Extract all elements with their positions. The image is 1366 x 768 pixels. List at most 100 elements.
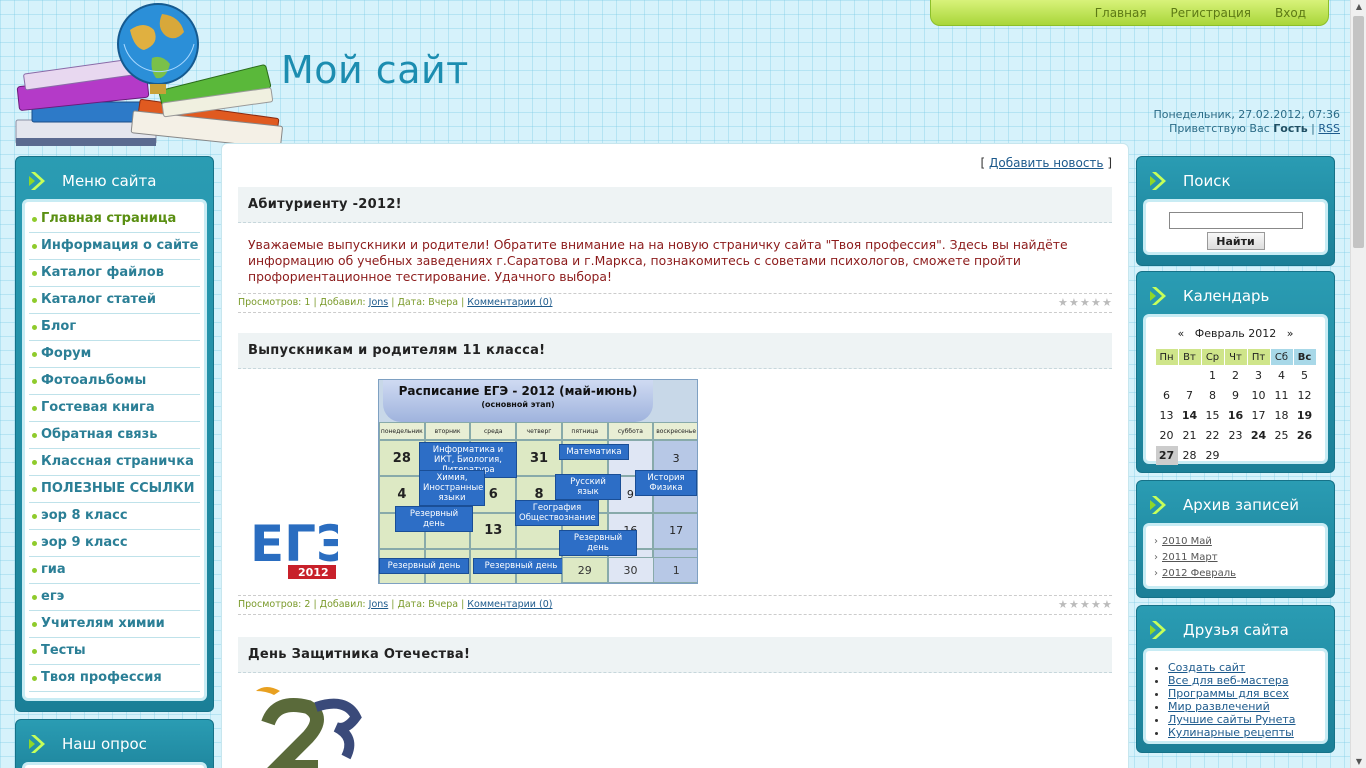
calendar-day[interactable]: 10	[1248, 386, 1270, 405]
friend-link[interactable]: Создать сайт	[1168, 661, 1245, 674]
nav-register-link[interactable]: Регистрация	[1171, 6, 1251, 20]
calendar-day[interactable]: 27	[1155, 446, 1178, 465]
author-link[interactable]: Jons	[369, 297, 389, 308]
friend-link[interactable]: Все для веб-мастера	[1168, 674, 1289, 687]
archive-link[interactable]: 2010 Май	[1162, 536, 1212, 547]
menu-item[interactable]: егэ	[29, 584, 200, 611]
calendar-day[interactable]: 2	[1225, 366, 1247, 385]
calendar-day[interactable]: 6	[1156, 386, 1178, 405]
green-arrow-icon	[29, 735, 45, 753]
menu-item[interactable]: эор 8 класс	[29, 503, 200, 530]
menu-item[interactable]: ПОЛЕЗНЫЕ ССЫЛКИ	[29, 476, 200, 503]
rating-stars[interactable]: ★ ★ ★ ★ ★	[1058, 599, 1112, 610]
menu-item[interactable]: Форум	[29, 341, 200, 368]
calendar-day[interactable]: 1	[1202, 366, 1224, 385]
calendar-weekday: Вс	[1293, 349, 1316, 365]
calendar-day	[1156, 366, 1178, 385]
calendar-day[interactable]: 24	[1248, 426, 1270, 445]
calendar-day[interactable]: 16	[1225, 406, 1247, 425]
star-icon[interactable]: ★	[1080, 599, 1090, 610]
star-icon[interactable]: ★	[1102, 297, 1112, 308]
calendar-day[interactable]: 17	[1248, 406, 1270, 425]
calendar-day[interactable]: 15	[1202, 406, 1224, 425]
calendar-day[interactable]: 13	[1156, 406, 1178, 425]
site-title: Мой сайт	[281, 48, 469, 92]
calendar-day[interactable]: 25	[1271, 426, 1293, 445]
star-icon[interactable]: ★	[1091, 297, 1101, 308]
comments-link[interactable]: Комментарии (0)	[467, 297, 552, 308]
rss-link[interactable]: RSS	[1318, 122, 1340, 135]
friend-link[interactable]: Программы для всех	[1168, 687, 1289, 700]
calendar-prev[interactable]: «	[1178, 327, 1185, 340]
comments-link[interactable]: Комментарии (0)	[467, 599, 552, 610]
scroll-up-icon[interactable]: ▲	[1354, 2, 1364, 11]
archive-link[interactable]: 2012 Февраль	[1162, 568, 1236, 579]
search-button[interactable]: Найти	[1206, 232, 1265, 250]
add-news-link[interactable]: Добавить новость	[989, 156, 1103, 170]
calendar-day[interactable]: 23	[1225, 426, 1247, 445]
poll-block: Наш опрос	[15, 719, 214, 768]
nav-login-link[interactable]: Вход	[1275, 6, 1306, 20]
calendar-day[interactable]: 3	[1248, 366, 1270, 385]
entry-details: Просмотров: 1 | Добавил: Jons | Дата: Вчера |…	[238, 293, 1112, 313]
entry-title[interactable]: Выпускникам и родителям 11 класса!	[238, 333, 1112, 369]
star-icon[interactable]: ★	[1069, 599, 1079, 610]
schedule-cell: 1	[653, 557, 697, 583]
calendar-day[interactable]: 4	[1271, 366, 1293, 385]
ege-schedule-image: Расписание ЕГЭ - 2012 (май-июнь) (основн…	[378, 379, 698, 584]
star-icon[interactable]: ★	[1069, 297, 1079, 308]
menu-item[interactable]: Фотоальбомы	[29, 368, 200, 395]
calendar-day[interactable]: 7	[1179, 386, 1201, 405]
star-icon[interactable]: ★	[1102, 599, 1112, 610]
calendar-day[interactable]: 11	[1271, 386, 1293, 405]
calendar-day[interactable]: 20	[1156, 426, 1178, 445]
menu-item[interactable]: эор 9 класс	[29, 530, 200, 557]
calendar-day[interactable]: 28	[1179, 446, 1201, 465]
calendar-day[interactable]: 14	[1179, 406, 1201, 425]
friends-block-title: Друзья сайта	[1143, 612, 1328, 648]
calendar-day[interactable]: 22	[1202, 426, 1224, 445]
calendar-day[interactable]: 21	[1179, 426, 1201, 445]
entry-title[interactable]: День Защитника Отечества!	[238, 637, 1112, 673]
friend-link[interactable]: Мир развлечений	[1168, 700, 1270, 713]
calendar-day[interactable]: 29	[1202, 446, 1224, 465]
menu-item[interactable]: Каталог файлов	[29, 260, 200, 287]
menu-item[interactable]: Учителям химии	[29, 611, 200, 638]
defender-day-23-image	[256, 687, 362, 768]
calendar-day[interactable]: 8	[1202, 386, 1224, 405]
menu-item[interactable]: Информация о сайте	[29, 233, 200, 260]
menu-item[interactable]: Обратная связь	[29, 422, 200, 449]
friend-link[interactable]: Лучшие сайты Рунета	[1168, 713, 1296, 726]
calendar-day[interactable]: 26	[1294, 426, 1316, 445]
scroll-down-icon[interactable]: ▼	[1354, 757, 1364, 766]
calendar-day[interactable]: 9	[1225, 386, 1247, 405]
entry-title[interactable]: Абитуриенту -2012!	[238, 187, 1112, 223]
star-icon[interactable]: ★	[1091, 599, 1101, 610]
menu-item[interactable]: Каталог статей	[29, 287, 200, 314]
menu-item[interactable]: Гостевая книга	[29, 395, 200, 422]
scroll-thumb[interactable]	[1353, 16, 1364, 248]
calendar-day[interactable]: 18	[1271, 406, 1293, 425]
calendar-next[interactable]: »	[1287, 327, 1294, 340]
star-icon[interactable]: ★	[1080, 297, 1090, 308]
star-icon[interactable]: ★	[1058, 599, 1068, 610]
friend-link[interactable]: Кулинарные рецепты	[1168, 726, 1294, 739]
menu-item[interactable]: гиа	[29, 557, 200, 584]
add-news-area: [ Добавить новость ]	[980, 156, 1112, 170]
menu-item[interactable]: Блог	[29, 314, 200, 341]
rating-stars[interactable]: ★ ★ ★ ★ ★	[1058, 297, 1112, 308]
author-link[interactable]: Jons	[369, 599, 389, 610]
calendar-panel: « Февраль 2012 » Пн Вт Ср Чт Пт Сб Вс 12345678…	[1143, 314, 1328, 465]
archive-link[interactable]: 2011 Март	[1162, 552, 1218, 563]
menu-item[interactable]: Тесты	[29, 638, 200, 665]
menu-item[interactable]: Классная страничка	[29, 449, 200, 476]
menu-item[interactable]: Главная страница	[29, 206, 200, 233]
calendar-day[interactable]: 19	[1294, 406, 1316, 425]
page-scrollbar[interactable]: ▲ ▼	[1350, 0, 1366, 768]
calendar-day[interactable]: 12	[1294, 386, 1316, 405]
search-input[interactable]	[1168, 212, 1303, 229]
calendar-day[interactable]: 5	[1294, 366, 1316, 385]
star-icon[interactable]: ★	[1058, 297, 1068, 308]
menu-item[interactable]: Твоя профессия	[29, 665, 200, 692]
nav-home-link[interactable]: Главная	[1095, 6, 1147, 20]
